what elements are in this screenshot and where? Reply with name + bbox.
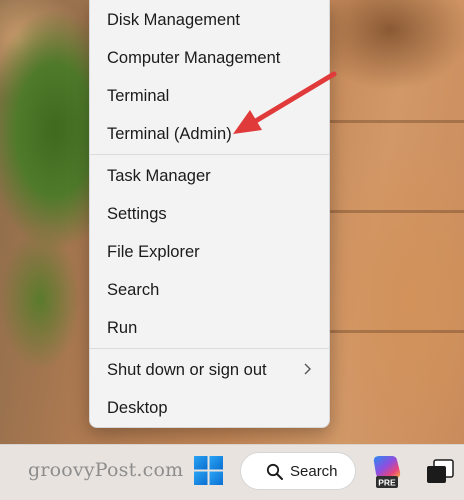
copilot-icon[interactable]: PRE xyxy=(372,454,402,490)
taskbar-search-button[interactable]: Search xyxy=(240,452,356,490)
search-label: Search xyxy=(290,463,338,480)
search-icon xyxy=(266,463,283,480)
task-view-icon[interactable] xyxy=(425,459,455,485)
red-arrow-annotation xyxy=(233,71,337,134)
preview-badge: PRE xyxy=(378,478,396,488)
watermark-text: groovyPost.com xyxy=(28,459,184,481)
desktop-background: Disk Management Computer Management Term… xyxy=(0,0,464,500)
windows-start-icon[interactable] xyxy=(194,456,223,485)
